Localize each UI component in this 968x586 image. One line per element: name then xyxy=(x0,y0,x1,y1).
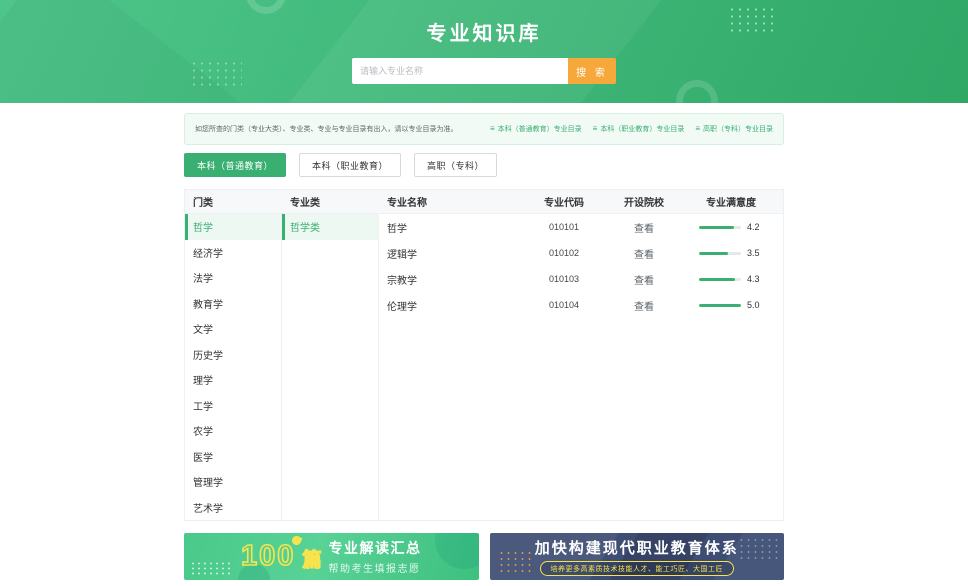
category-item[interactable]: 历史学 xyxy=(185,342,281,368)
page-title: 专业知识库 xyxy=(0,0,968,46)
major-name: 伦理学 xyxy=(379,298,519,313)
major-code: 010102 xyxy=(519,248,609,258)
banner-left-subtitle: 帮助考生填报志愿 xyxy=(328,560,421,575)
catalog-link-label: 本科（普通教育）专业目录 xyxy=(498,124,582,134)
table-header-row: 门类 专业类 专业名称 专业代码 开设院校 专业满意度 xyxy=(185,190,783,214)
notice-text: 如您所查的门类（专业大类）、专业类、专业与专业目录有出入，请以专业目录为准。 xyxy=(195,124,458,134)
view-colleges-link[interactable]: 查看 xyxy=(609,220,679,235)
col-header-subcategory: 专业类 xyxy=(282,194,379,209)
category-item[interactable]: 理学 xyxy=(185,367,281,393)
category-item[interactable]: 法学 xyxy=(185,265,281,291)
major-name: 逻辑学 xyxy=(379,246,519,261)
category-item[interactable]: 管理学 xyxy=(185,469,281,495)
table-row: 哲学010101查看 4.2 xyxy=(379,214,783,240)
banner-vocational-education[interactable]: 加快构建现代职业教育体系 培养更多高素质技术技能人才、能工巧匠、大国工匠 xyxy=(490,533,785,580)
col-header-major-name: 专业名称 xyxy=(379,194,519,209)
satisfaction-bar xyxy=(699,304,741,307)
list-icon: ≡ xyxy=(490,125,495,133)
satisfaction-cell: 4.2 xyxy=(679,222,783,232)
category-item[interactable]: 农学 xyxy=(185,418,281,444)
major-rows: 哲学010101查看4.2逻辑学010102查看3.5宗教学010103查看4.… xyxy=(379,214,783,520)
header-banner: 专业知识库 搜 索 xyxy=(0,0,968,103)
table-body: 哲学经济学法学教育学文学历史学理学工学农学医学管理学艺术学 哲学类 哲学0101… xyxy=(185,214,783,520)
satisfaction-bar-fill xyxy=(699,226,734,229)
category-item[interactable]: 经济学 xyxy=(185,240,281,266)
majors-table: 门类 专业类 专业名称 专业代码 开设院校 专业满意度 哲学经济学法学教育学文学… xyxy=(184,189,784,521)
tab-1[interactable]: 本科（职业教育） xyxy=(299,153,401,177)
catalog-link-0[interactable]: ≡本科（普通教育）专业目录 xyxy=(490,124,582,134)
major-code: 010103 xyxy=(519,274,609,284)
table-row: 宗教学010103查看 4.3 xyxy=(379,266,783,292)
major-code: 010104 xyxy=(519,300,609,310)
category-item[interactable]: 哲学 xyxy=(185,214,281,240)
col-header-major-code: 专业代码 xyxy=(519,194,609,209)
banner-count-unit: 篇 xyxy=(302,551,321,570)
banner-major-guides[interactable]: 100 篇 专业解读汇总 帮助考生填报志愿 xyxy=(184,533,479,580)
catalog-links: ≡本科（普通教育）专业目录≡本科（职业教育）专业目录≡高职（专科）专业目录 xyxy=(490,124,773,134)
satisfaction-bar-fill xyxy=(699,252,728,255)
catalog-link-1[interactable]: ≡本科（职业教育）专业目录 xyxy=(593,124,685,134)
table-row: 伦理学010104查看 5.0 xyxy=(379,292,783,318)
search-bar: 搜 索 xyxy=(0,58,968,84)
category-item[interactable]: 工学 xyxy=(185,393,281,419)
satisfaction-bar xyxy=(699,252,741,255)
satisfaction-value: 4.2 xyxy=(747,222,763,232)
satisfaction-cell: 5.0 xyxy=(679,300,783,310)
catalog-link-2[interactable]: ≡高职（专科）专业目录 xyxy=(695,124,773,134)
category-item[interactable]: 艺术学 xyxy=(185,495,281,521)
notice-bar: 如您所查的门类（专业大类）、专业类、专业与专业目录有出入，请以专业目录为准。 ≡… xyxy=(184,113,784,145)
search-input[interactable] xyxy=(352,58,568,84)
satisfaction-cell: 3.5 xyxy=(679,248,783,258)
banner-right-title: 加快构建现代职业教育体系 xyxy=(535,537,739,558)
view-colleges-link[interactable]: 查看 xyxy=(609,272,679,287)
tab-2[interactable]: 高职（专科） xyxy=(414,153,497,177)
table-row: 逻辑学010102查看 3.5 xyxy=(379,240,783,266)
category-item[interactable]: 医学 xyxy=(185,444,281,470)
satisfaction-bar-fill xyxy=(699,304,741,307)
col-header-satisfaction: 专业满意度 xyxy=(679,194,783,209)
major-name: 哲学 xyxy=(379,220,519,235)
satisfaction-bar-fill xyxy=(699,278,735,281)
satisfaction-value: 4.3 xyxy=(747,274,763,284)
dot-grid-orange xyxy=(498,550,532,572)
col-header-category: 门类 xyxy=(185,194,282,209)
tab-0[interactable]: 本科（普通教育） xyxy=(184,153,286,177)
view-colleges-link[interactable]: 查看 xyxy=(609,298,679,313)
subcategory-item[interactable]: 哲学类 xyxy=(282,214,378,240)
footer-banners: 100 篇 专业解读汇总 帮助考生填报志愿 加快构建现代职业教育体系 培养更多高… xyxy=(184,533,784,580)
banner-count: 100 xyxy=(241,542,295,571)
satisfaction-cell: 4.3 xyxy=(679,274,783,284)
category-item[interactable]: 文学 xyxy=(185,316,281,342)
banner-left-title: 专业解读汇总 xyxy=(328,538,421,558)
search-button[interactable]: 搜 索 xyxy=(568,58,616,84)
satisfaction-value: 5.0 xyxy=(747,300,763,310)
banner-left-text: 专业解读汇总 帮助考生填报志愿 xyxy=(328,538,421,575)
education-level-tabs: 本科（普通教育） 本科（职业教育） 高职（专科） xyxy=(184,153,784,177)
decorative-circle xyxy=(435,533,479,569)
col-header-colleges: 开设院校 xyxy=(609,194,679,209)
catalog-link-label: 高职（专科）专业目录 xyxy=(703,124,773,134)
dot-grid xyxy=(190,561,230,575)
subcategory-list: 哲学类 xyxy=(282,214,379,520)
satisfaction-value: 3.5 xyxy=(747,248,763,258)
dot-grid xyxy=(738,537,778,561)
satisfaction-bar xyxy=(699,226,741,229)
category-list: 哲学经济学法学教育学文学历史学理学工学农学医学管理学艺术学 xyxy=(185,214,282,520)
list-icon: ≡ xyxy=(695,125,700,133)
list-icon: ≡ xyxy=(593,125,598,133)
major-name: 宗教学 xyxy=(379,272,519,287)
catalog-link-label: 本科（职业教育）专业目录 xyxy=(600,124,684,134)
category-item[interactable]: 教育学 xyxy=(185,291,281,317)
banner-right-slogan: 培养更多高素质技术技能人才、能工巧匠、大国工匠 xyxy=(540,561,735,576)
satisfaction-bar xyxy=(699,278,741,281)
view-colleges-link[interactable]: 查看 xyxy=(609,246,679,261)
major-code: 010101 xyxy=(519,222,609,232)
